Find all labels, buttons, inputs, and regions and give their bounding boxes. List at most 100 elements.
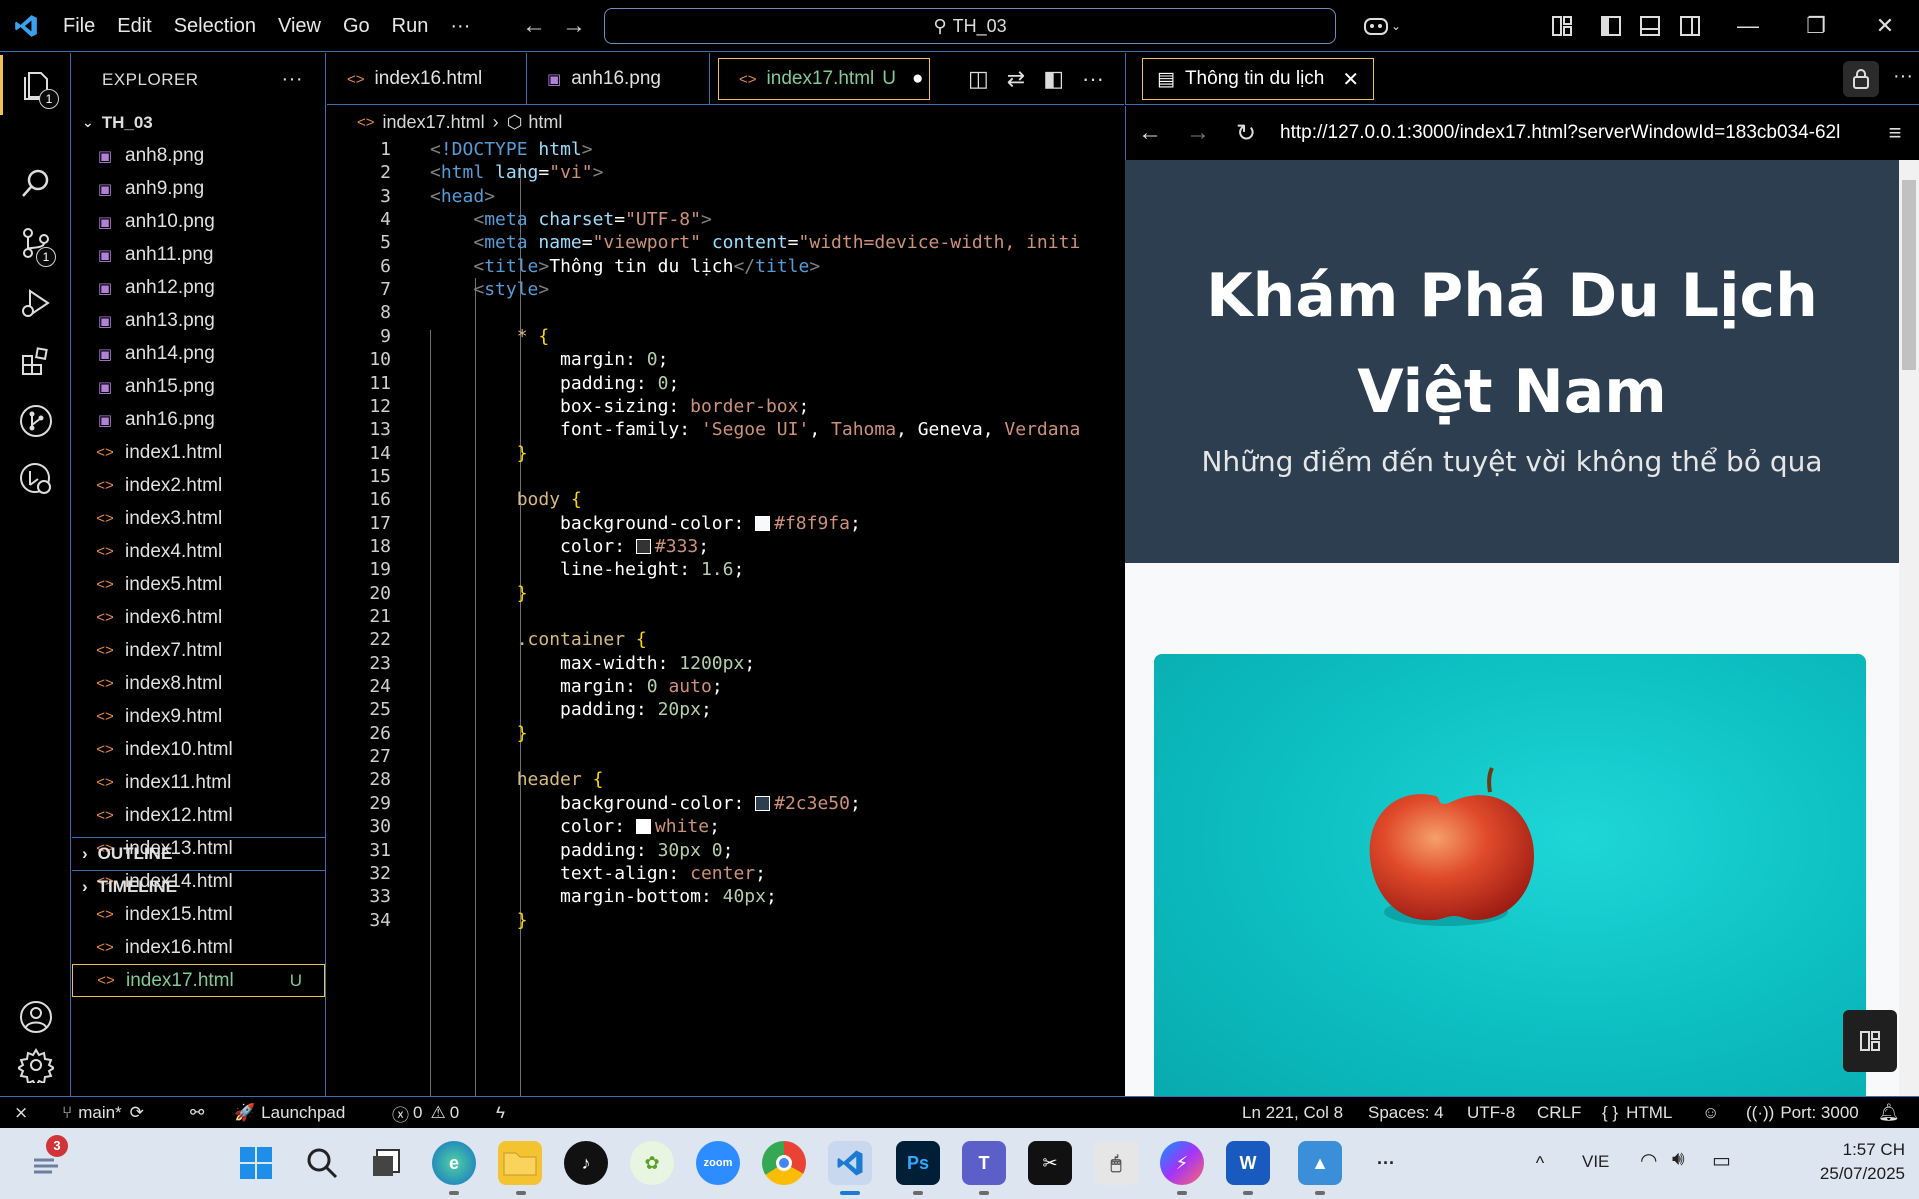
tiktok-icon[interactable]: ♪	[564, 1141, 608, 1185]
chevron-down-icon[interactable]: ⌄	[1391, 19, 1401, 33]
photos-icon[interactable]: ▲	[1298, 1141, 1342, 1185]
file-item[interactable]: <> index11.html	[72, 766, 325, 799]
file-item[interactable]: <> index10.html	[72, 733, 325, 766]
file-item[interactable]: ▣ anh11.png	[72, 238, 325, 271]
paint-icon[interactable]: ✿	[630, 1141, 674, 1185]
start-icon[interactable]	[234, 1141, 278, 1185]
lock-icon[interactable]	[1843, 61, 1879, 97]
copilot-status-icon[interactable]: ☺	[1702, 1097, 1719, 1129]
breadcrumb-node[interactable]: html	[528, 112, 562, 133]
input-language[interactable]: VIE	[1582, 1152, 1609, 1172]
cursor-position[interactable]: Ln 221, Col 8	[1242, 1097, 1343, 1129]
zoom-icon[interactable]: zoom	[696, 1141, 740, 1185]
url-field[interactable]: http://127.0.0.1:3000/index17.html?serve…	[1280, 122, 1870, 144]
source-control-icon[interactable]: 1	[0, 213, 71, 273]
color-swatch[interactable]	[635, 538, 651, 554]
more-actions-icon[interactable]: ···	[1893, 65, 1913, 88]
back-icon[interactable]: ←	[1126, 119, 1174, 147]
sync-icon[interactable]: ⟳	[130, 1103, 144, 1123]
file-item[interactable]: <> index7.html	[72, 634, 325, 667]
menu-item[interactable]: ···	[439, 0, 481, 52]
extensions-icon[interactable]	[0, 331, 71, 391]
volume-icon[interactable]: 🔊︎	[1672, 1148, 1685, 1171]
menu-item[interactable]: Edit	[106, 0, 162, 52]
file-item[interactable]: ▣ anh14.png	[72, 337, 325, 370]
menu-item[interactable]: File	[52, 0, 106, 52]
settings-gear-icon[interactable]	[0, 1035, 71, 1095]
tab-anh16[interactable]: ▣ anh16.png	[527, 53, 710, 105]
file-item[interactable]: <> index2.html	[72, 469, 325, 502]
restore-icon[interactable]: ❐	[1786, 0, 1846, 52]
compare-icon[interactable]: ⇄	[1007, 66, 1025, 92]
toggle-panel-icon[interactable]	[1632, 0, 1668, 52]
back-icon[interactable]: ←	[514, 12, 554, 40]
file-item[interactable]: <> index12.html	[72, 799, 325, 832]
customize-layout-icon[interactable]	[1544, 0, 1580, 52]
folder-th03[interactable]: ⌄ TH_03	[72, 106, 325, 139]
file-explorer-icon[interactable]	[498, 1141, 542, 1185]
battery-icon[interactable]: ▭	[1712, 1148, 1731, 1173]
color-swatch[interactable]	[755, 795, 771, 811]
messenger-icon[interactable]: ⚡	[1160, 1141, 1204, 1185]
file-item[interactable]: ▣ anh12.png	[72, 271, 325, 304]
tab-index16[interactable]: <> index16.html	[327, 53, 527, 105]
reload-icon[interactable]: ↻	[1222, 119, 1270, 148]
close-icon[interactable]: ✕	[1855, 0, 1915, 52]
menu-item[interactable]: Run	[381, 0, 440, 52]
menu-item[interactable]: Selection	[163, 0, 267, 52]
menu-icon[interactable]: ≡	[1871, 120, 1919, 146]
search-icon[interactable]	[300, 1141, 344, 1185]
photoshop-icon[interactable]: Ps	[896, 1141, 940, 1185]
clock[interactable]: 1:57 CH 25/07/2025	[1820, 1138, 1905, 1186]
lightning-icon[interactable]: ϟ	[496, 1097, 505, 1129]
file-item[interactable]: ▣ anh9.png	[72, 172, 325, 205]
explorer-more-icon[interactable]: ···	[282, 68, 303, 91]
file-item[interactable]: ▣ anh13.png	[72, 304, 325, 337]
indentation[interactable]: Spaces: 4	[1368, 1097, 1444, 1129]
file-item[interactable]: ▣ anh16.png	[72, 403, 325, 436]
search-icon[interactable]	[0, 153, 71, 213]
capcut-icon[interactable]: ✂	[1028, 1141, 1072, 1185]
mouse-app-icon[interactable]: 🖱︎	[1094, 1141, 1138, 1185]
file-item[interactable]: <> index5.html	[72, 568, 325, 601]
menu-item[interactable]: Go	[332, 0, 381, 52]
close-icon[interactable]: ✕	[1342, 67, 1359, 92]
task-view-icon[interactable]	[364, 1141, 408, 1185]
toggle-secondary-sidebar-icon[interactable]	[1672, 0, 1708, 52]
timeline-section[interactable]: › TIMELINE	[72, 870, 325, 903]
minimize-icon[interactable]: —	[1718, 0, 1778, 52]
file-item[interactable]: <> index3.html	[72, 502, 325, 535]
vscode-taskbar-icon[interactable]	[828, 1141, 872, 1185]
file-item[interactable]: <> index17.html U	[72, 964, 325, 997]
launchpad-button[interactable]: 🚀 Launchpad	[234, 1097, 345, 1129]
file-item[interactable]: <> index8.html	[72, 667, 325, 700]
git-graph-icon[interactable]	[0, 391, 71, 451]
problems-indicator[interactable]: ⓧ 0 ⚠ 0	[392, 1097, 459, 1129]
widgets-icon[interactable]: 3	[26, 1135, 70, 1185]
chevron-up-icon[interactable]: ^	[1518, 1141, 1562, 1185]
preview-scrollbar[interactable]	[1899, 160, 1919, 1096]
git-graph-status-icon[interactable]: ⚯	[190, 1097, 204, 1129]
open-preview-icon[interactable]: ◫	[968, 66, 989, 92]
word-icon[interactable]: W	[1226, 1141, 1270, 1185]
file-item[interactable]: <> index16.html	[72, 931, 325, 964]
color-swatch[interactable]	[635, 819, 651, 835]
preview-tab[interactable]: ▤ Thông tin du lịch ✕	[1142, 58, 1375, 100]
outline-section[interactable]: › OUTLINE	[72, 837, 325, 870]
file-item[interactable]: <> index4.html	[72, 535, 325, 568]
run-debug-icon[interactable]	[0, 273, 71, 333]
file-item[interactable]: <> index1.html	[72, 436, 325, 469]
more-actions-icon[interactable]: ···	[1082, 66, 1104, 92]
layout-widget-icon[interactable]	[1843, 1010, 1897, 1072]
language-mode[interactable]: { } HTML	[1602, 1097, 1672, 1129]
more-apps-icon[interactable]: ···	[1364, 1141, 1408, 1185]
file-item[interactable]: ▣ anh15.png	[72, 370, 325, 403]
tab-index17[interactable]: <> index17.html U ●	[718, 58, 930, 100]
menu-item[interactable]: View	[267, 0, 332, 52]
scrollbar-thumb[interactable]	[1902, 180, 1916, 370]
remote-indicator-icon[interactable]: ⨯	[14, 1097, 28, 1129]
explorer-icon[interactable]: 1	[0, 55, 71, 115]
file-item[interactable]: <> index9.html	[72, 700, 325, 733]
teams-icon[interactable]: T	[962, 1141, 1006, 1185]
color-swatch[interactable]	[755, 515, 771, 531]
